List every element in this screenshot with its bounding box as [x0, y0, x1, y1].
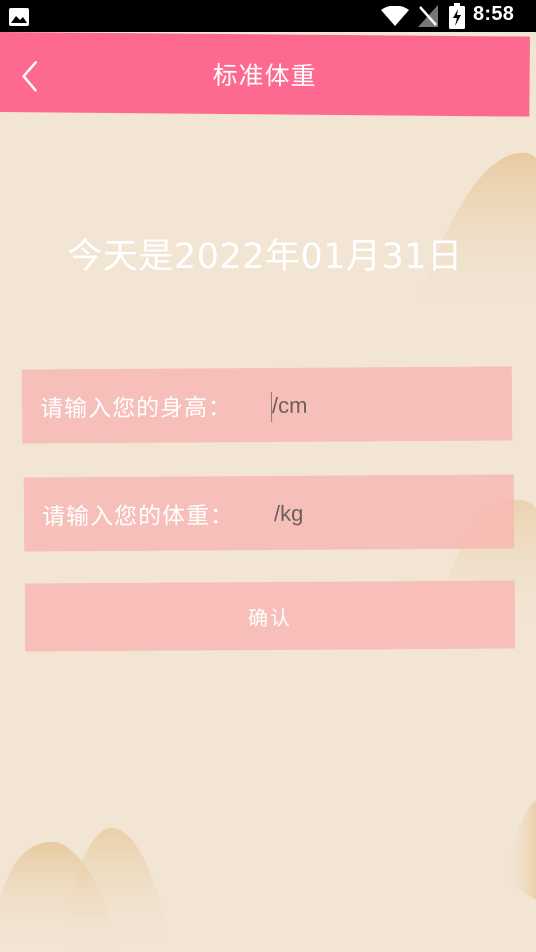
status-bar: 8:58	[0, 0, 536, 32]
wifi-icon	[381, 6, 409, 26]
height-label: 请输入您的身高：	[39, 395, 233, 423]
gallery-icon	[9, 8, 29, 26]
weight-field-row: 请输入您的体重：	[23, 474, 515, 552]
app-header: 标准体重	[0, 32, 530, 117]
app-screen: 8:58 标准体重 今天是2022年01月31日 请输入您的身高： 请输入您的体…	[0, 0, 536, 952]
height-field-row: 请输入您的身高：	[21, 366, 513, 444]
status-time: 8:58	[473, 3, 515, 25]
page-title: 标准体重	[212, 60, 317, 91]
confirm-button[interactable]: 确认	[24, 580, 516, 652]
weight-label: 请输入您的体重：	[41, 503, 235, 531]
date-text: 今天是2022年01月31日	[67, 237, 463, 277]
battery-charging-icon	[449, 3, 465, 29]
weight-input[interactable]	[273, 494, 495, 532]
height-input[interactable]	[271, 386, 493, 424]
no-signal-icon	[418, 5, 438, 27]
